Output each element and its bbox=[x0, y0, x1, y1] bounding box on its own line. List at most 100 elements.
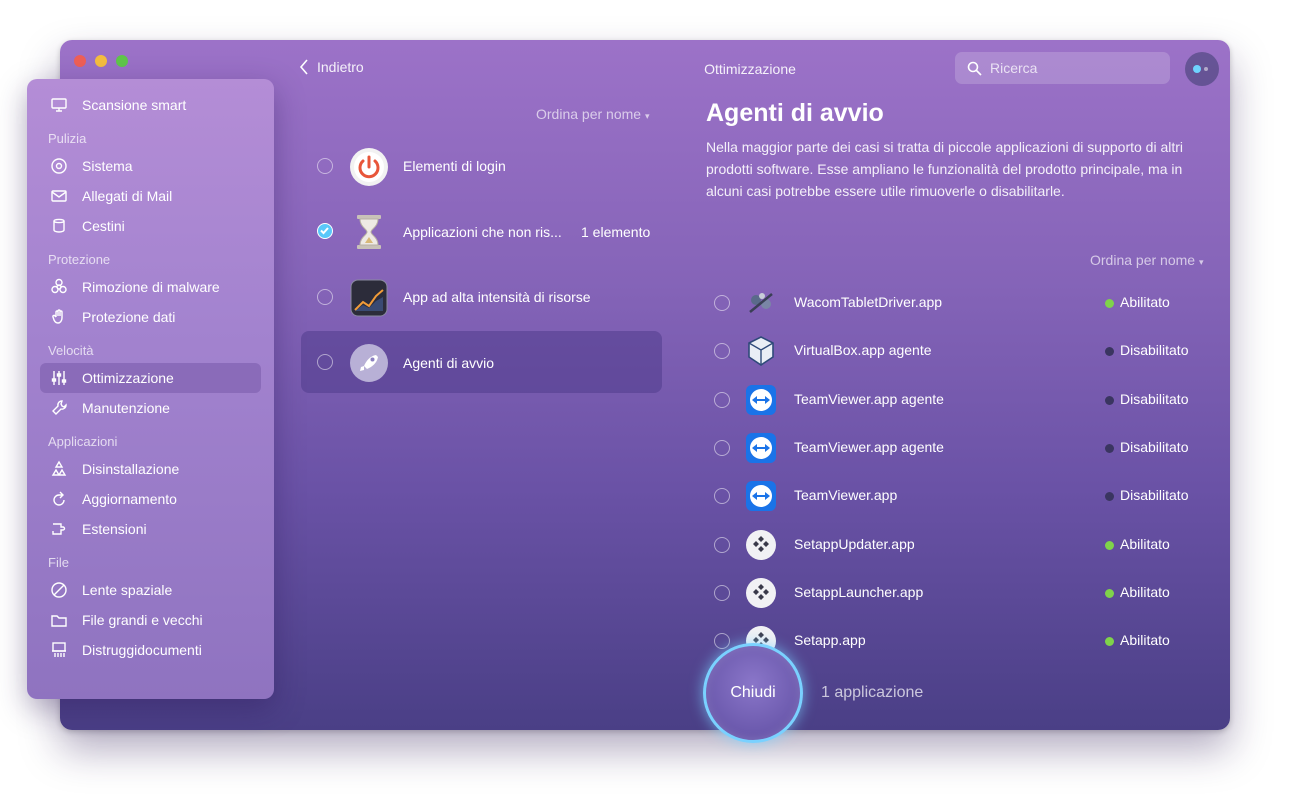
detail-title: Agenti di avvio bbox=[706, 99, 884, 127]
sidebar-item-label: Cestini bbox=[82, 218, 125, 234]
update-icon bbox=[53, 491, 65, 506]
agent-checkbox[interactable] bbox=[714, 392, 730, 408]
category-login-items[interactable]: Elementi di login bbox=[301, 135, 662, 197]
category-checkbox[interactable] bbox=[317, 289, 333, 305]
checkmark-icon bbox=[320, 227, 329, 235]
agent-row[interactable]: VirtualBox.app agente Disabilitato bbox=[706, 329, 1206, 373]
status-indicator bbox=[1105, 589, 1114, 598]
sidebar-item-uninstaller[interactable]: Disinstallazione bbox=[40, 454, 261, 484]
sidebar-section-title: Pulizia bbox=[48, 131, 87, 146]
agent-status: Disabilitato bbox=[1120, 487, 1189, 503]
sidebar-item-label: Distruggidocumenti bbox=[82, 642, 202, 658]
search-input[interactable] bbox=[990, 60, 1150, 76]
sidebar-item-maintenance[interactable]: Manutenzione bbox=[40, 393, 261, 423]
status-indicator bbox=[1105, 541, 1114, 550]
wacom-icon bbox=[749, 293, 773, 313]
sidebar-item-mail-attachments[interactable]: Allegati di Mail bbox=[40, 181, 261, 211]
sidebar-item-space-lens[interactable]: Lente spaziale bbox=[40, 575, 261, 605]
category-checkbox[interactable] bbox=[317, 158, 333, 174]
category-sort-dropdown[interactable]: Ordina per nome ▾ bbox=[536, 106, 649, 122]
agent-name: SetappUpdater.app bbox=[794, 536, 915, 552]
category-count: 1 elemento bbox=[581, 224, 651, 240]
agent-row[interactable]: TeamViewer.app Disabilitato bbox=[706, 474, 1206, 518]
sidebar-item-smart-scan[interactable]: Scansione smart bbox=[40, 90, 261, 120]
sidebar-item-malware-removal[interactable]: Rimozione di malware bbox=[40, 272, 261, 302]
sliders-icon bbox=[51, 371, 67, 385]
category-label: Agenti di avvio bbox=[403, 355, 495, 371]
agent-row[interactable]: TeamViewer.app agente Disabilitato bbox=[706, 426, 1206, 470]
agent-checkbox[interactable] bbox=[714, 585, 730, 601]
status-indicator bbox=[1105, 492, 1114, 501]
sidebar-item-label: Estensioni bbox=[82, 521, 147, 537]
sidebar-item-extensions[interactable]: Estensioni bbox=[40, 514, 261, 544]
assistant-button[interactable] bbox=[1185, 52, 1219, 86]
agent-checkbox[interactable] bbox=[714, 537, 730, 553]
status-indicator bbox=[1105, 299, 1114, 308]
agent-checkbox[interactable] bbox=[714, 440, 730, 456]
status-indicator bbox=[1105, 347, 1114, 356]
agent-status: Disabilitato bbox=[1120, 391, 1189, 407]
sidebar-item-trash[interactable]: Cestini bbox=[40, 211, 261, 241]
category-heavy-consumers[interactable]: App ad alta intensità di risorse bbox=[301, 266, 662, 328]
agent-row[interactable]: TeamViewer.app agente Disabilitato bbox=[706, 378, 1206, 422]
close-button[interactable]: Chiudi bbox=[703, 643, 803, 743]
agent-status: Disabilitato bbox=[1120, 439, 1189, 455]
category-label: Elementi di login bbox=[403, 158, 506, 174]
wrench-icon bbox=[52, 400, 67, 415]
category-checkbox[interactable] bbox=[317, 354, 333, 370]
sidebar-item-label: Allegati di Mail bbox=[82, 188, 173, 204]
sidebar-section-title: Applicazioni bbox=[48, 434, 118, 449]
agent-row[interactable]: SetappLauncher.app Abilitato bbox=[706, 571, 1206, 615]
teamviewer-icon bbox=[746, 481, 776, 511]
minimize-window-button[interactable] bbox=[95, 55, 107, 67]
agent-status: Abilitato bbox=[1120, 536, 1170, 552]
sidebar-item-label: Disinstallazione bbox=[82, 461, 180, 477]
agent-checkbox[interactable] bbox=[714, 295, 730, 311]
sidebar-item-shredder[interactable]: Distruggidocumenti bbox=[40, 635, 261, 665]
agents-sort-dropdown[interactable]: Ordina per nome ▾ bbox=[1090, 252, 1203, 268]
detail-description: Nella maggior parte dei casi si tratta d… bbox=[706, 139, 1184, 199]
category-checkbox[interactable] bbox=[317, 223, 333, 239]
agent-name: VirtualBox.app agente bbox=[794, 342, 932, 358]
agent-row[interactable]: WacomTabletDriver.app Abilitato bbox=[706, 281, 1206, 325]
sidebar-item-updater[interactable]: Aggiornamento bbox=[40, 484, 261, 514]
agent-checkbox[interactable] bbox=[714, 488, 730, 504]
sidebar-item-privacy[interactable]: Protezione dati bbox=[40, 302, 261, 332]
back-button[interactable]: Indietro bbox=[298, 58, 364, 76]
sidebar-item-label: Aggiornamento bbox=[82, 491, 177, 507]
mail-icon bbox=[51, 190, 67, 202]
agent-row[interactable]: SetappUpdater.app Abilitato bbox=[706, 523, 1206, 567]
sidebar-item-label: Rimozione di malware bbox=[82, 279, 220, 295]
back-button-label: Indietro bbox=[317, 59, 364, 75]
selection-summary: 1 applicazione bbox=[821, 684, 924, 701]
category-launch-agents[interactable]: Agenti di avvio bbox=[301, 331, 662, 393]
activity-chart-icon bbox=[350, 279, 388, 317]
chevron-left-icon bbox=[299, 59, 308, 75]
sidebar-item-system[interactable]: Sistema bbox=[40, 151, 261, 181]
search-box[interactable] bbox=[955, 52, 1170, 84]
hourglass-icon bbox=[357, 215, 381, 249]
sidebar-item-label: Protezione dati bbox=[82, 309, 176, 325]
sidebar-item-optimization[interactable]: Ottimizzazione bbox=[40, 363, 261, 393]
teamviewer-icon bbox=[746, 433, 776, 463]
agent-name: WacomTabletDriver.app bbox=[794, 294, 943, 310]
agents-sort-label: Ordina per nome bbox=[1090, 252, 1196, 268]
shredder-icon bbox=[52, 642, 66, 657]
sidebar-section-title: Velocità bbox=[48, 343, 94, 358]
category-sort-label: Ordina per nome bbox=[536, 106, 642, 122]
setapp-icon bbox=[746, 530, 776, 560]
category-unresponsive-apps[interactable]: Applicazioni che non ris... 1 elemento bbox=[301, 200, 662, 262]
sidebar-item-large-old-files[interactable]: File grandi e vecchi bbox=[40, 605, 261, 635]
agent-checkbox[interactable] bbox=[714, 633, 730, 649]
zoom-window-button[interactable] bbox=[116, 55, 128, 67]
teamviewer-icon bbox=[746, 385, 776, 415]
extension-icon bbox=[52, 523, 66, 535]
close-window-button[interactable] bbox=[74, 55, 86, 67]
category-label: Applicazioni che non ris... bbox=[403, 224, 562, 240]
sidebar-section-title: File bbox=[48, 555, 69, 570]
agent-checkbox[interactable] bbox=[714, 343, 730, 359]
category-label: App ad alta intensità di risorse bbox=[403, 289, 591, 305]
agent-status: Abilitato bbox=[1120, 632, 1170, 648]
virtualbox-icon bbox=[748, 336, 774, 366]
agent-name: SetappLauncher.app bbox=[794, 584, 924, 600]
